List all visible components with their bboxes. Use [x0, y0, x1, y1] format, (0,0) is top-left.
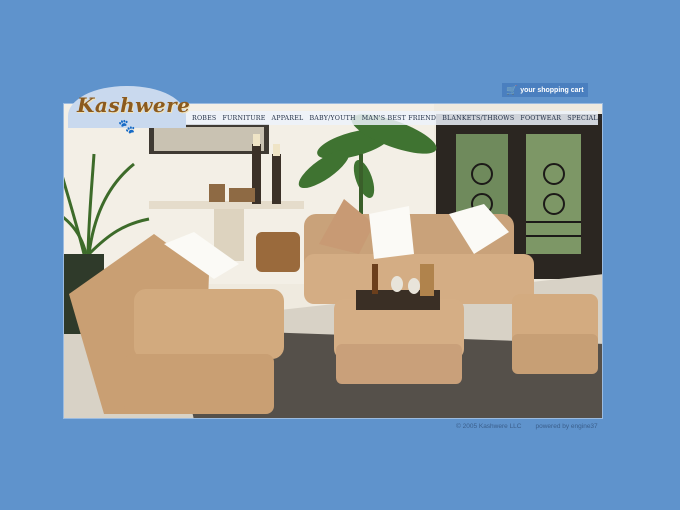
copyright-text: © 2005 Kashwere LLC	[456, 423, 522, 430]
nav-item-robes[interactable]: ROBES	[192, 115, 216, 122]
shopping-cart-button[interactable]: 🛒 your shopping cart	[502, 83, 588, 97]
nav-item-specials[interactable]: SPECIALS	[567, 115, 602, 122]
nav-item-furniture[interactable]: FURNITURE	[222, 115, 265, 122]
main-nav: ROBES FURNITURE APPAREL BABY/YOUTH MAN'S…	[186, 111, 602, 125]
powered-by-link[interactable]: powered by engine37	[536, 423, 598, 430]
nav-item-mans-best-friend[interactable]: MAN'S BEST FRIEND	[362, 115, 436, 122]
nav-item-footwear[interactable]: FOOTWEAR	[520, 115, 561, 122]
nav-item-apparel[interactable]: APPAREL	[272, 115, 304, 122]
paw-print-icon: 🐾	[118, 118, 136, 134]
shopping-cart-icon: 🛒	[506, 84, 518, 95]
hero-image-living-room	[63, 103, 603, 419]
shopping-cart-label: your shopping cart	[520, 86, 584, 94]
footer: © 2005 Kashwere LLC powered by engine37	[456, 423, 606, 430]
nav-item-blankets-throws[interactable]: BLANKETS/THROWS	[442, 115, 514, 122]
brand-logo[interactable]: Kashwere	[77, 93, 190, 117]
nav-item-baby-youth[interactable]: BABY/YOUTH	[309, 115, 355, 122]
